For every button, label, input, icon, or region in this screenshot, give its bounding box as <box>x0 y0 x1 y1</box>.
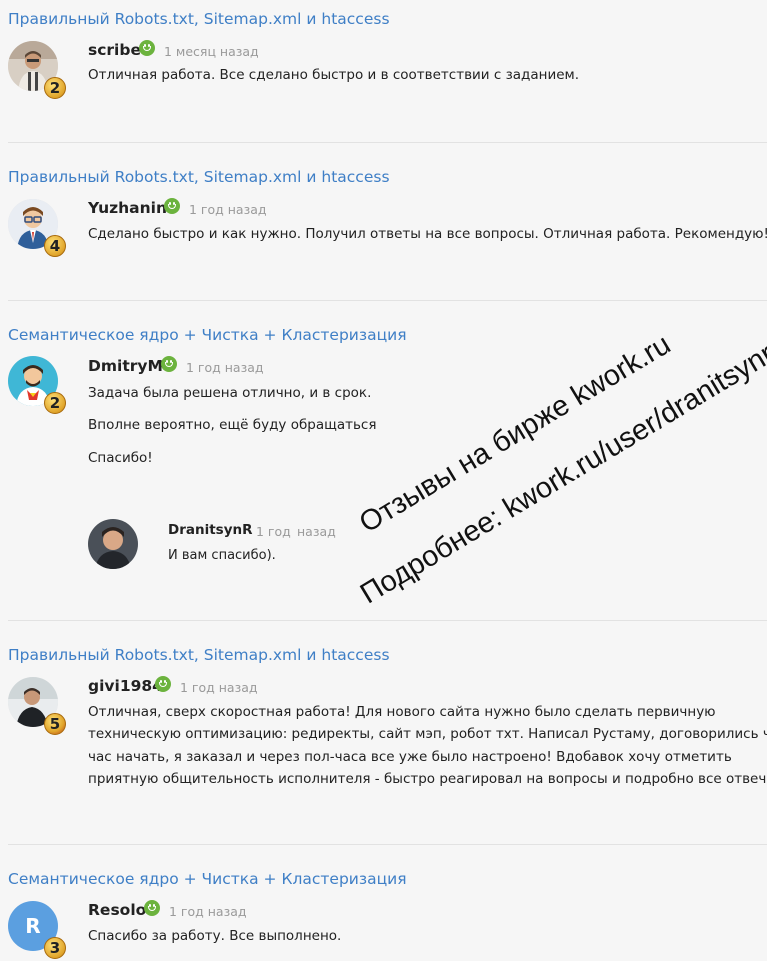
review-date: 1 год назад <box>189 202 267 217</box>
level-badge: 2 <box>44 392 66 414</box>
kwork-title-link[interactable]: Правильный Robots.txt, Sitemap.xml и hta… <box>8 646 390 664</box>
divider <box>8 300 767 301</box>
kwork-title-link[interactable]: Семантическое ядро + Чистка + Кластериза… <box>8 326 407 344</box>
username-link[interactable]: DmitryM <box>88 357 163 375</box>
divider <box>8 142 767 143</box>
review-date: 1 год назад <box>169 904 247 919</box>
review-date: 1 месяц назад <box>164 44 259 59</box>
kwork-title-link[interactable]: Семантическое ядро + Чистка + Кластериза… <box>8 870 407 888</box>
avatar[interactable]: 2 <box>8 41 66 99</box>
divider <box>8 844 767 845</box>
avatar-letter: R <box>25 914 41 938</box>
level-badge: 4 <box>44 235 66 257</box>
avatar[interactable]: 2 <box>8 356 66 414</box>
online-smile-icon <box>144 900 160 916</box>
username-link[interactable]: Yuzhanin <box>88 199 167 217</box>
review-text: Отличная работа. Все сделано быстро и в … <box>88 67 580 83</box>
online-smile-icon <box>155 676 171 692</box>
review-text: Вполне вероятно, ещё буду обращаться <box>88 417 377 433</box>
username-link[interactable]: Resolo <box>88 901 146 919</box>
reply-username[interactable]: DranitsynR <box>168 522 253 538</box>
level-badge: 3 <box>44 937 66 959</box>
divider <box>8 620 767 621</box>
online-smile-icon <box>139 40 155 56</box>
level-badge: 5 <box>44 713 66 735</box>
review-text-line: техническую оптимизацию: редиректы, сайт… <box>88 726 767 742</box>
online-smile-icon <box>161 356 177 372</box>
username-link[interactable]: scribe <box>88 41 141 59</box>
review-date: 1 год назад <box>180 680 258 695</box>
avatar[interactable]: 4 <box>8 199 66 257</box>
review-text-line: Отличная, сверх скоростная работа! Для н… <box>88 704 716 720</box>
reply-date: 1 год <box>256 524 291 539</box>
level-badge: 2 <box>44 77 66 99</box>
review-text: Задача была решена отлично, и в срок. <box>88 385 372 401</box>
reply-date: назад <box>297 524 336 539</box>
kwork-title-link[interactable]: Правильный Robots.txt, Sitemap.xml и hta… <box>8 168 390 186</box>
avatar[interactable]: R 3 <box>8 901 66 959</box>
review-text-line: приятную общительность исполнителя - быс… <box>88 771 767 787</box>
review-text: Спасибо! <box>88 450 153 466</box>
username-link[interactable]: givi1984 <box>88 677 163 695</box>
reply-text: И вам спасибо). <box>168 548 276 563</box>
review-date: 1 год назад <box>186 360 264 375</box>
review-text: Спасибо за работу. Все выполнено. <box>88 928 342 944</box>
avatar[interactable]: 5 <box>8 677 66 735</box>
review-text: Сделано быстро и как нужно. Получил отве… <box>88 226 767 242</box>
online-smile-icon <box>164 198 180 214</box>
kwork-title-link[interactable]: Правильный Robots.txt, Sitemap.xml и hta… <box>8 10 390 28</box>
reply-avatar[interactable] <box>88 519 138 569</box>
review-text-line: час начать, я заказал и через пол-часа в… <box>88 749 732 765</box>
